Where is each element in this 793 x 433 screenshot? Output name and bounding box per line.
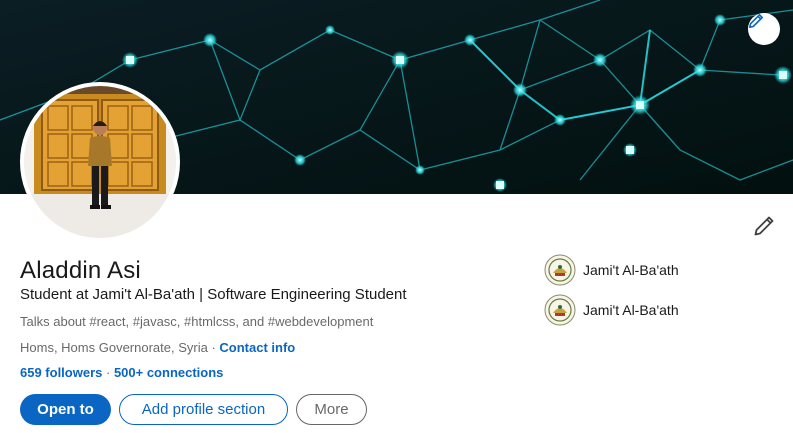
add-profile-section-button[interactable]: Add profile section [119,394,288,425]
pencil-icon [749,14,763,28]
profile-photo[interactable] [20,82,180,242]
education-name: Jami't Al-Ba'ath [583,302,679,318]
location-separator: · [207,340,220,355]
followers-link[interactable]: 659 followers [20,365,102,380]
edit-cover-button[interactable] [748,13,780,45]
network-separator: · [102,365,114,380]
contact-info-link[interactable]: Contact info [219,340,295,355]
pencil-icon [754,216,774,236]
university-logo-icon [544,254,576,286]
open-to-button[interactable]: Open to [20,394,111,425]
profile-headline: Student at Jami't Al-Ba'ath | Software E… [20,286,407,303]
education-item[interactable]: Jami't Al-Ba'ath [544,254,679,286]
talks-about: Talks about #react, #javasc, #htmlcss, a… [20,314,374,329]
network-line: 659 followers · 500+ connections [20,365,223,380]
education-name: Jami't Al-Ba'ath [583,262,679,278]
connections-link[interactable]: 500+ connections [114,365,223,380]
profile-name: Aladdin Asi [20,257,141,284]
university-logo-icon [544,294,576,326]
edit-intro-button[interactable] [750,212,778,240]
location-text: Homs, Homs Governorate, Syria [20,340,208,355]
profile-photo-image [24,86,176,238]
more-button[interactable]: More [296,394,367,425]
location-line: Homs, Homs Governorate, Syria · Contact … [20,340,295,355]
education-item[interactable]: Jami't Al-Ba'ath [544,294,679,326]
